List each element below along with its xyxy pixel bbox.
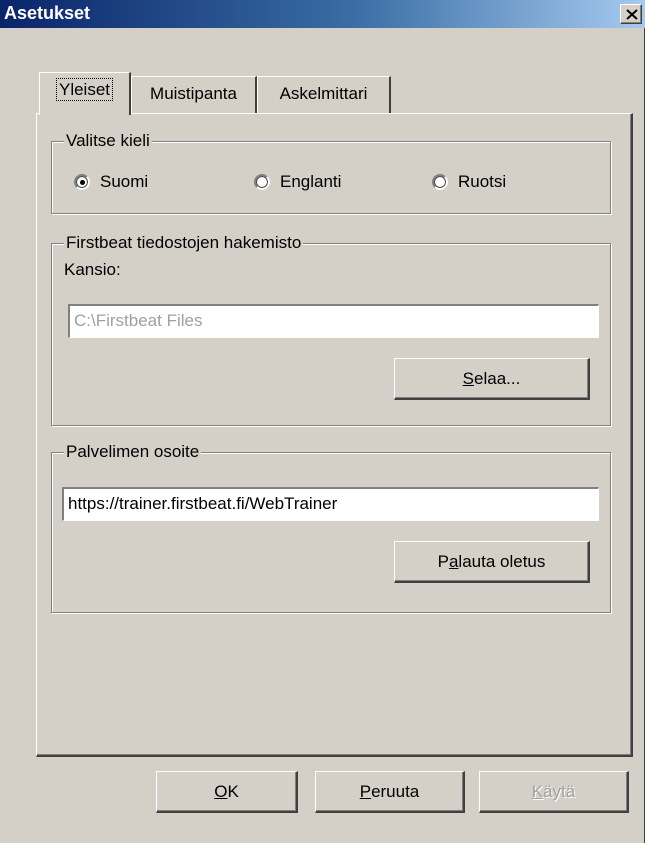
language-groupbox: Valitse kieli Suomi Englanti Ruotsi bbox=[51, 130, 611, 214]
tab-pedometer-label: Askelmittari bbox=[279, 84, 368, 103]
radio-englanti[interactable]: Englanti bbox=[254, 172, 341, 192]
reset-default-button[interactable]: Palauta oletus bbox=[394, 541, 590, 583]
tab-general[interactable]: Yleiset bbox=[39, 72, 131, 115]
ok-button[interactable]: OK bbox=[156, 771, 298, 813]
server-groupbox: Palvelimen osoite https://trainer.firstb… bbox=[51, 441, 611, 613]
browse-button[interactable]: Selaa... bbox=[394, 358, 590, 400]
reset-mnemonic: a bbox=[448, 552, 459, 571]
window-title: Asetukset bbox=[4, 3, 91, 23]
ok-label: K bbox=[227, 782, 239, 801]
browse-mnemonic: S bbox=[462, 369, 475, 388]
radio-suomi-label: Suomi bbox=[100, 172, 149, 191]
cancel-mnemonic: P bbox=[359, 782, 372, 801]
settings-dialog: Asetukset Yleiset Muistipanta Askelmitta… bbox=[0, 0, 645, 843]
radio-ruotsi[interactable]: Ruotsi bbox=[432, 172, 506, 192]
close-button[interactable] bbox=[620, 4, 642, 24]
reset-label-pre: P bbox=[437, 552, 449, 571]
cancel-label: eruuta bbox=[371, 782, 420, 801]
radio-englanti-label: Englanti bbox=[280, 172, 342, 191]
tab-memory-belt[interactable]: Muistipanta bbox=[131, 76, 257, 114]
tab-pedometer[interactable]: Askelmittari bbox=[257, 76, 391, 114]
server-group-legend: Palvelimen osoite bbox=[64, 441, 202, 463]
apply-label: äytä bbox=[543, 782, 576, 801]
title-bar[interactable]: Asetukset bbox=[0, 0, 645, 28]
close-icon bbox=[626, 9, 638, 20]
radio-unselected-icon bbox=[254, 174, 270, 190]
reset-label-rest: lauta oletus bbox=[458, 552, 546, 571]
cancel-button[interactable]: Peruuta bbox=[315, 771, 465, 813]
apply-mnemonic: K bbox=[531, 782, 544, 801]
radio-unselected-icon bbox=[432, 174, 448, 190]
folder-label: Kansio: bbox=[64, 260, 121, 279]
radio-selected-icon bbox=[74, 174, 90, 190]
tab-memory-belt-label: Muistipanta bbox=[150, 84, 237, 103]
apply-button[interactable]: Käytä bbox=[479, 771, 629, 813]
server-address-field[interactable]: https://trainer.firstbeat.fi/WebTrainer bbox=[62, 487, 599, 521]
browse-label: elaa... bbox=[474, 369, 521, 388]
folder-path-field: C:\Firstbeat Files bbox=[68, 304, 599, 338]
folder-groupbox: Firstbeat tiedostojen hakemisto Kansio: … bbox=[51, 232, 611, 426]
radio-suomi[interactable]: Suomi bbox=[74, 172, 148, 192]
radio-ruotsi-label: Ruotsi bbox=[458, 172, 507, 191]
ok-mnemonic: O bbox=[214, 782, 228, 801]
tab-general-label: Yleiset bbox=[55, 78, 114, 101]
language-group-legend: Valitse kieli bbox=[64, 130, 152, 152]
folder-group-legend: Firstbeat tiedostojen hakemisto bbox=[64, 232, 304, 254]
